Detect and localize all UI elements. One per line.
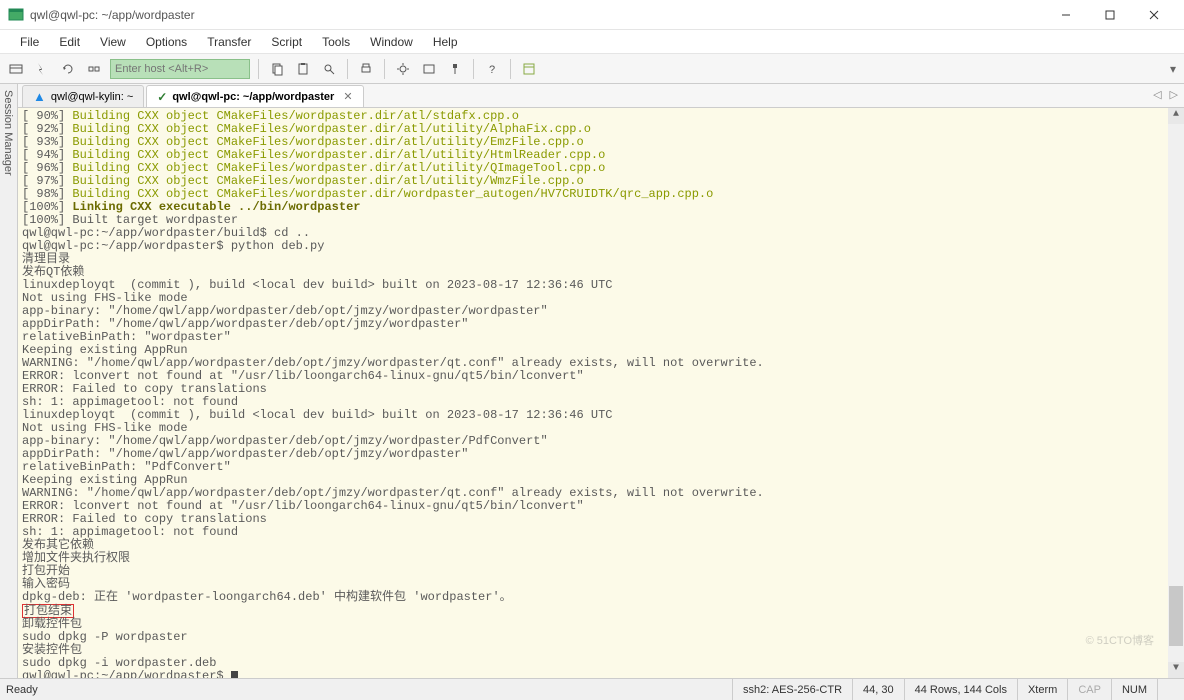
tab-nav: ◁ ▷ <box>1153 88 1178 101</box>
menu-view[interactable]: View <box>90 32 136 52</box>
print-icon[interactable] <box>356 59 376 79</box>
reconnect-icon[interactable] <box>58 59 78 79</box>
window-title: qwl@qwl-pc: ~/app/wordpaster <box>30 8 1044 22</box>
separator <box>347 59 348 79</box>
session-manager-panel[interactable]: Session Manager <box>0 84 18 678</box>
highlighted-text: 打包结束 <box>22 604 74 618</box>
menu-options[interactable]: Options <box>136 32 197 52</box>
session-tabs: ▲ qwl@qwl-kylin: ~ ✓ qwl@qwl-pc: ~/app/w… <box>18 84 1184 108</box>
menu-edit[interactable]: Edit <box>49 32 90 52</box>
menubar: File Edit View Options Transfer Script T… <box>0 30 1184 54</box>
window-controls <box>1044 1 1176 29</box>
separator <box>510 59 511 79</box>
statusbar: Ready ssh2: AES-256-CTR 44, 30 44 Rows, … <box>0 678 1184 700</box>
separator <box>473 59 474 79</box>
status-ready: Ready <box>6 679 732 700</box>
status-termtype: Xterm <box>1017 679 1067 700</box>
scrollbar[interactable]: ▲ ▼ <box>1168 108 1184 678</box>
tab-session-1[interactable]: ▲ qwl@qwl-kylin: ~ <box>22 85 144 107</box>
close-tab-icon[interactable]: ✕ <box>343 90 352 103</box>
status-num: NUM <box>1111 679 1157 700</box>
menu-tools[interactable]: Tools <box>312 32 360 52</box>
toolbar: ? ▾ <box>0 54 1184 84</box>
disconnect-icon[interactable] <box>84 59 104 79</box>
main-area: Session Manager ▲ qwl@qwl-kylin: ~ ✓ qwl… <box>0 84 1184 678</box>
status-cursor-pos: 44, 30 <box>852 679 904 700</box>
minimize-button[interactable] <box>1044 1 1088 29</box>
terminal-wrapper: ▲ qwl@qwl-kylin: ~ ✓ qwl@qwl-pc: ~/app/w… <box>18 84 1184 678</box>
host-input[interactable] <box>110 59 250 79</box>
status-size: 44 Rows, 144 Cols <box>904 679 1017 700</box>
tab-prev-icon[interactable]: ◁ <box>1153 88 1161 101</box>
status-caps: CAP <box>1067 679 1111 700</box>
menu-help[interactable]: Help <box>423 32 468 52</box>
session-options-icon[interactable] <box>419 59 439 79</box>
find-icon[interactable] <box>319 59 339 79</box>
menu-transfer[interactable]: Transfer <box>197 32 261 52</box>
scroll-thumb[interactable] <box>1169 586 1183 646</box>
app-icon <box>8 7 24 23</box>
scroll-up-icon[interactable]: ▲ <box>1168 108 1184 124</box>
separator <box>258 59 259 79</box>
titlebar: qwl@qwl-pc: ~/app/wordpaster <box>0 0 1184 30</box>
quick-connect-icon[interactable] <box>32 59 52 79</box>
session-manager-icon[interactable] <box>6 59 26 79</box>
terminal[interactable]: [ 90%] Building CXX object CMakeFiles/wo… <box>18 108 1184 678</box>
warning-icon: ▲ <box>33 89 46 104</box>
cursor <box>231 671 238 678</box>
terminal-content: [ 90%] Building CXX object CMakeFiles/wo… <box>22 110 1180 678</box>
help-icon[interactable]: ? <box>482 59 502 79</box>
properties-icon[interactable] <box>393 59 413 79</box>
tab-session-2[interactable]: ✓ qwl@qwl-pc: ~/app/wordpaster ✕ <box>146 85 363 107</box>
check-icon: ✓ <box>157 90 167 104</box>
menu-script[interactable]: Script <box>261 32 312 52</box>
toolbar-overflow-icon[interactable]: ▾ <box>1170 62 1180 72</box>
tab-label: qwl@qwl-kylin: ~ <box>51 91 133 103</box>
menu-window[interactable]: Window <box>360 32 423 52</box>
svg-text:?: ? <box>489 64 495 76</box>
menu-file[interactable]: File <box>10 32 49 52</box>
copy-icon[interactable] <box>267 59 287 79</box>
paste-icon[interactable] <box>293 59 313 79</box>
separator <box>384 59 385 79</box>
tab-next-icon[interactable]: ▷ <box>1170 88 1178 101</box>
command-window-icon[interactable] <box>519 59 539 79</box>
maximize-button[interactable] <box>1088 1 1132 29</box>
status-resize-grip <box>1157 679 1178 700</box>
status-connection: ssh2: AES-256-CTR <box>732 679 852 700</box>
close-button[interactable] <box>1132 1 1176 29</box>
tab-label: qwl@qwl-pc: ~/app/wordpaster <box>172 91 334 103</box>
toggle-icon[interactable] <box>445 59 465 79</box>
scroll-down-icon[interactable]: ▼ <box>1168 662 1184 678</box>
